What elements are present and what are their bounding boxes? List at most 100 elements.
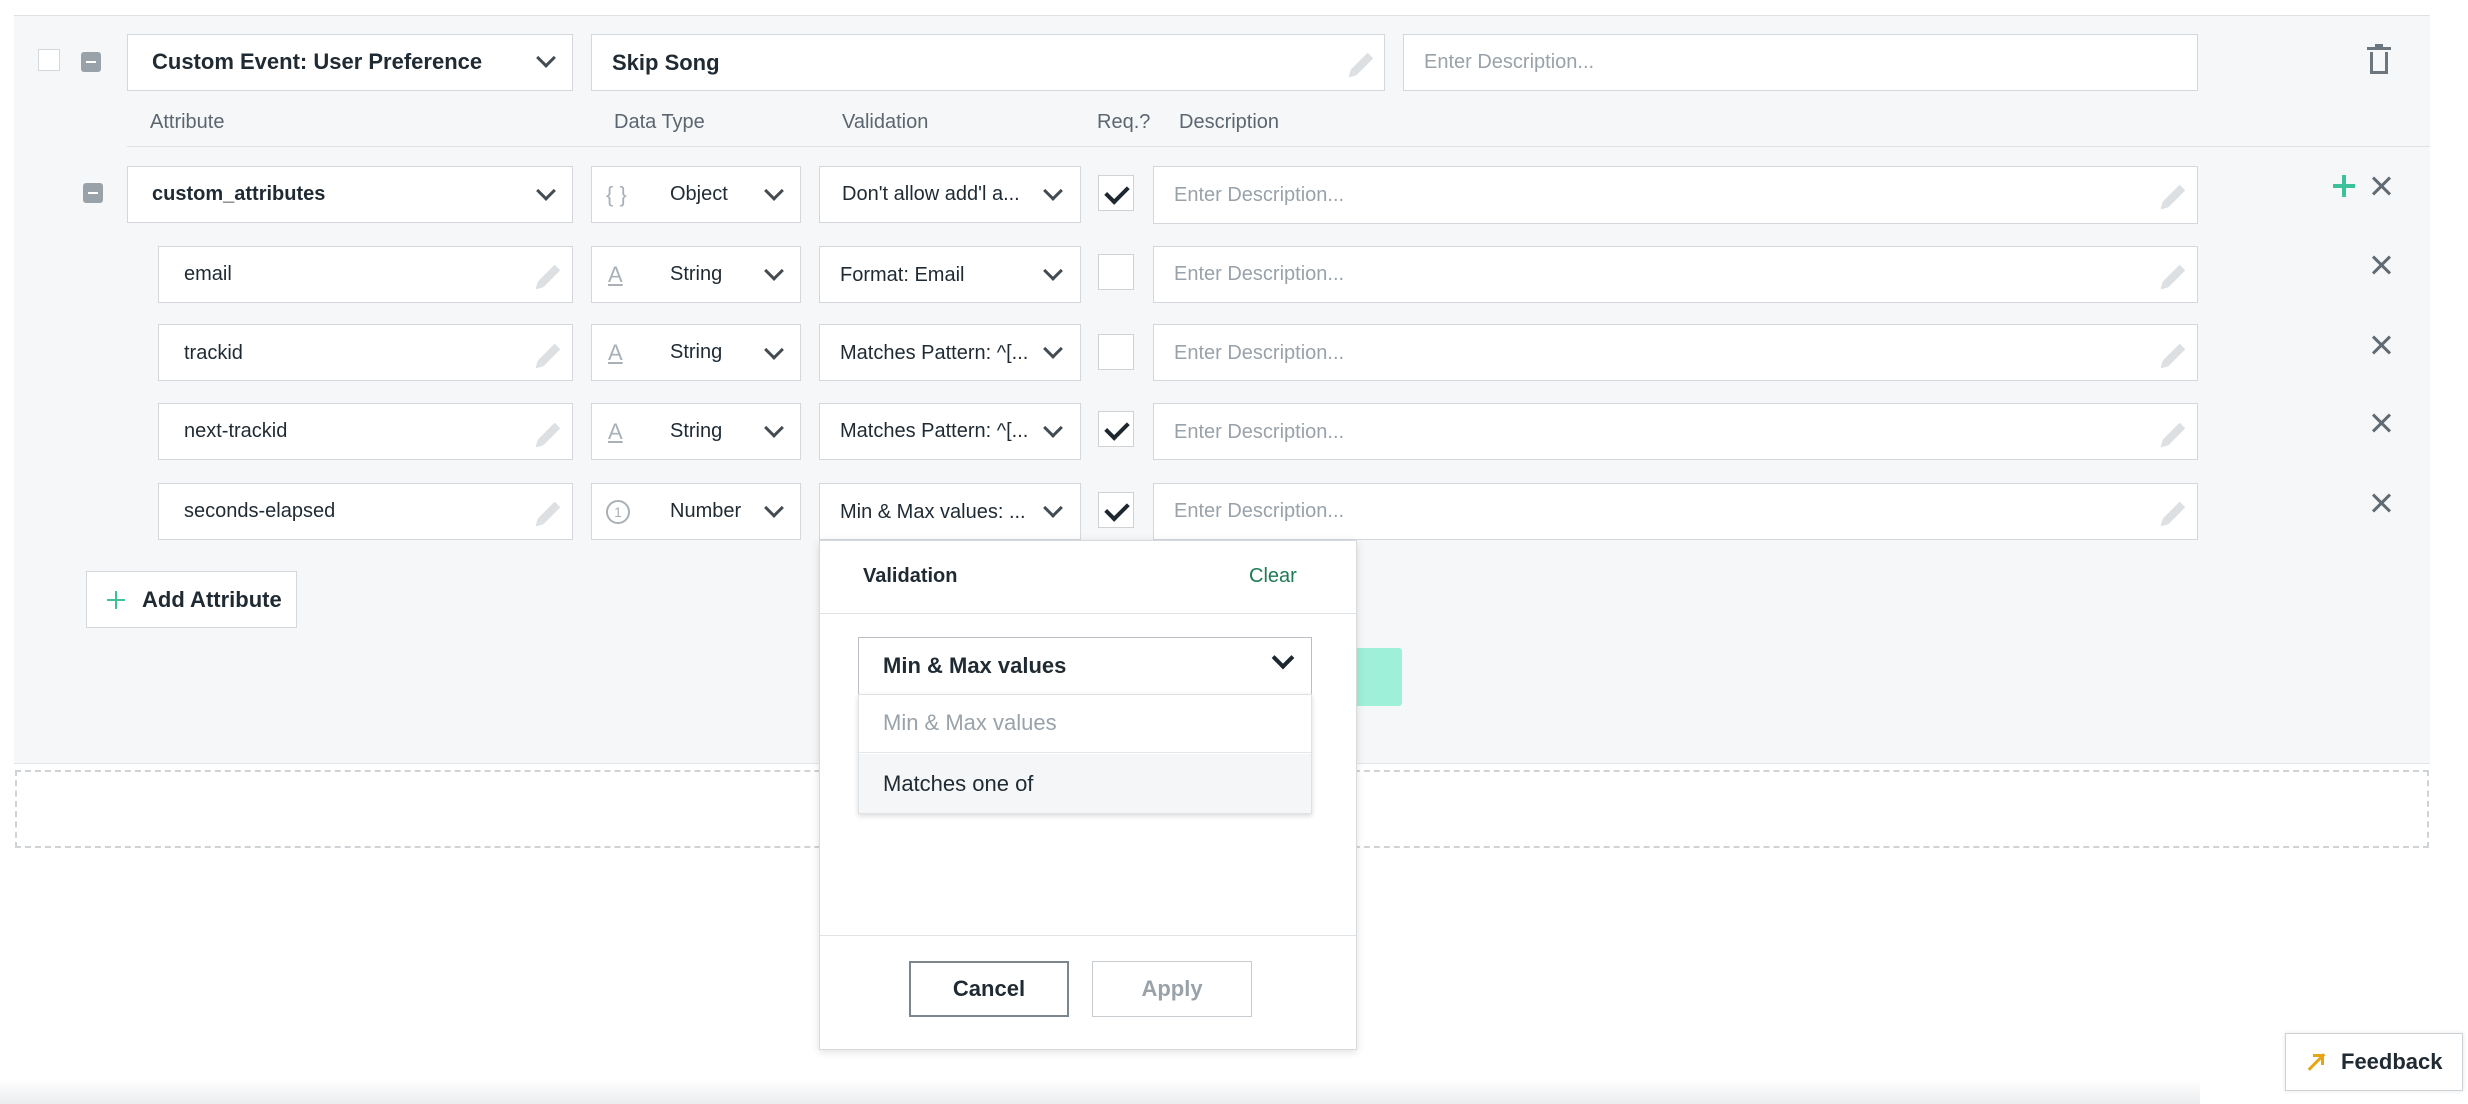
- validation-value: Don't allow add'l a...: [842, 183, 1020, 205]
- remove-attribute-icon[interactable]: [2370, 412, 2392, 434]
- attribute-name: email: [184, 263, 232, 285]
- pencil-icon: [2162, 343, 2186, 367]
- validation-select[interactable]: Matches Pattern: ^[...: [819, 403, 1081, 460]
- validation-type-select[interactable]: Min & Max values: [858, 637, 1312, 695]
- pencil-icon: [2162, 501, 2186, 525]
- plus-icon: [107, 591, 125, 609]
- remove-attribute-icon[interactable]: [2370, 492, 2392, 514]
- attribute-name-field[interactable]: seconds-elapsed: [158, 483, 573, 540]
- description-placeholder: Enter Description...: [1174, 342, 1345, 364]
- validation-select[interactable]: Matches Pattern: ^[...: [819, 324, 1081, 381]
- required-checkbox[interactable]: [1098, 254, 1134, 290]
- attribute-description-field[interactable]: Enter Description...: [1153, 324, 2198, 381]
- event-name-value: Custom Event: User Preference: [152, 49, 483, 74]
- validation-select[interactable]: Format: Email: [819, 246, 1081, 303]
- required-checkbox[interactable]: [1098, 492, 1134, 528]
- validation-value: Min & Max values: ...: [840, 501, 1026, 523]
- chevron-down-icon: [764, 418, 784, 438]
- bottom-shadow: [0, 1080, 2200, 1104]
- number-type-icon: 1: [606, 500, 630, 524]
- event-description-placeholder: Enter Description...: [1424, 51, 1595, 73]
- chevron-down-icon: [764, 261, 784, 281]
- arrow-up-right-icon: [2306, 1052, 2326, 1072]
- apply-button[interactable]: Apply: [1092, 961, 1252, 1017]
- attribute-name: custom_attributes: [152, 183, 326, 205]
- attribute-name-select[interactable]: custom_attributes: [127, 166, 573, 223]
- add-nested-attribute-icon[interactable]: [2333, 175, 2355, 197]
- attribute-name: trackid: [184, 342, 243, 364]
- chevron-down-icon: [1043, 498, 1063, 518]
- feedback-button[interactable]: Feedback: [2285, 1033, 2463, 1091]
- description-placeholder: Enter Description...: [1174, 184, 1345, 206]
- pencil-icon: [537, 422, 561, 446]
- data-type-select[interactable]: A String: [591, 403, 801, 460]
- option-label: Matches one of: [883, 771, 1034, 796]
- remove-attribute-icon[interactable]: [2370, 254, 2392, 276]
- data-type-select[interactable]: { } Object: [591, 166, 801, 223]
- attribute-description-field[interactable]: Enter Description...: [1153, 246, 2198, 303]
- chevron-down-icon: [1043, 181, 1063, 201]
- data-type-select[interactable]: A String: [591, 246, 801, 303]
- chevron-down-icon: [536, 48, 556, 68]
- required-checkbox[interactable]: [1098, 334, 1134, 370]
- validation-value: Matches Pattern: ^[...: [840, 342, 1029, 364]
- required-checkbox[interactable]: [1098, 175, 1134, 211]
- event-title-field[interactable]: Skip Song: [591, 34, 1385, 91]
- option-min-max[interactable]: Min & Max values: [859, 695, 1311, 753]
- attribute-name-field[interactable]: email: [158, 246, 573, 303]
- required-checkbox[interactable]: [1098, 411, 1134, 447]
- remove-attribute-icon[interactable]: [2370, 175, 2392, 197]
- cancel-label: Cancel: [952, 976, 1026, 1001]
- attribute-name-field[interactable]: trackid: [158, 324, 573, 381]
- chevron-down-icon: [1043, 339, 1063, 359]
- option-label: Min & Max values: [883, 710, 1057, 735]
- data-type-value: String: [670, 420, 723, 442]
- trash-icon[interactable]: [2367, 44, 2391, 74]
- remove-attribute-icon[interactable]: [2370, 334, 2392, 356]
- chevron-down-icon: [1043, 261, 1063, 281]
- validation-select[interactable]: Min & Max values: ...: [819, 483, 1081, 540]
- pencil-icon: [2162, 422, 2186, 446]
- header-description: Description: [1179, 111, 1280, 133]
- feedback-label: Feedback: [2341, 1049, 2443, 1074]
- header-attribute: Attribute: [150, 111, 225, 133]
- chevron-down-icon: [764, 340, 784, 360]
- validation-select[interactable]: Don't allow add'l a...: [819, 166, 1081, 223]
- string-type-icon: A: [608, 419, 623, 444]
- collapse-event-icon[interactable]: [81, 52, 101, 72]
- header-validation: Validation: [842, 111, 929, 133]
- data-type-value: String: [670, 341, 723, 363]
- collapse-attribute-icon[interactable]: [83, 183, 103, 203]
- validation-popup: Validation Clear Min & Max values Min & …: [819, 540, 1357, 1050]
- description-placeholder: Enter Description...: [1174, 263, 1345, 285]
- pencil-icon: [537, 343, 561, 367]
- check-icon: [1104, 496, 1130, 522]
- add-attribute-button[interactable]: Add Attribute: [86, 571, 297, 628]
- pencil-icon: [1350, 52, 1374, 76]
- cancel-button[interactable]: Cancel: [909, 961, 1069, 1017]
- attribute-description-field[interactable]: Enter Description...: [1153, 483, 2198, 540]
- attribute-name-field[interactable]: next-trackid: [158, 403, 573, 460]
- clear-link[interactable]: Clear: [1249, 565, 1297, 588]
- option-matches-one-of[interactable]: Matches one of: [859, 754, 1311, 813]
- data-type-select[interactable]: 1 Number: [591, 483, 801, 540]
- event-select-checkbox[interactable]: [38, 49, 60, 71]
- data-type-select[interactable]: A String: [591, 324, 801, 381]
- pencil-icon: [537, 264, 561, 288]
- validation-value: Format: Email: [840, 264, 965, 286]
- object-type-icon: { }: [606, 182, 627, 207]
- validation-type-value: Min & Max values: [883, 653, 1067, 678]
- header-data-type: Data Type: [614, 111, 705, 133]
- chevron-down-icon: [1271, 646, 1295, 670]
- attribute-description-field[interactable]: Enter Description...: [1153, 403, 2198, 460]
- attribute-description-field[interactable]: Enter Description...: [1153, 166, 2198, 224]
- event-name-select[interactable]: Custom Event: User Preference: [127, 34, 573, 91]
- chevron-down-icon: [764, 498, 784, 518]
- event-description-field[interactable]: Enter Description...: [1403, 34, 2198, 91]
- pencil-icon: [537, 501, 561, 525]
- event-title-value: Skip Song: [612, 50, 720, 75]
- header-divider: [127, 146, 2430, 147]
- description-placeholder: Enter Description...: [1174, 421, 1345, 443]
- description-placeholder: Enter Description...: [1174, 500, 1345, 522]
- popup-footer-divider: [820, 935, 1356, 936]
